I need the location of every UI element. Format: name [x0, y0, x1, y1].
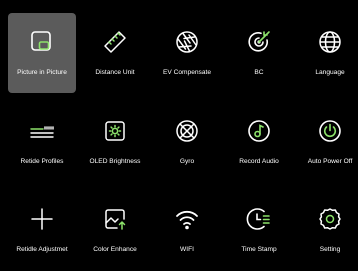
menu-item-label: Retidle Adjustmet	[16, 246, 68, 253]
reticle-profile-icon	[29, 118, 55, 144]
menu-item-record-audio[interactable]: Record Audio	[225, 102, 293, 182]
picture-in-picture-icon	[29, 29, 55, 55]
wifi-icon	[174, 206, 200, 232]
menu-item-label: Retide Profiles	[20, 158, 64, 165]
menu-item-language[interactable]: Language	[296, 13, 362, 93]
menu-item-auto-power-off[interactable]: Auto Power Off	[296, 102, 362, 182]
menu-item-retidle-adjustmet[interactable]: Retidle Adjustmet	[8, 190, 76, 270]
ruler-icon	[102, 29, 128, 55]
menu-item-retide-profiles[interactable]: Retide Profiles	[8, 102, 76, 182]
menu-item-picture-in-picture[interactable]: Picture in Picture	[8, 13, 76, 93]
menu-item-time-stamp[interactable]: Time Stamp	[225, 190, 293, 270]
menu-item-setting[interactable]: Setting	[296, 190, 362, 270]
settings-menu-grid: Picture in Picture Distance Unit EV Comp…	[0, 0, 362, 274]
crosshair-plus-icon	[29, 206, 55, 232]
menu-item-wifi[interactable]: WIFI	[153, 190, 221, 270]
time-stamp-icon	[246, 206, 272, 232]
menu-item-oled-brightness[interactable]: OLED Brightness	[81, 102, 149, 182]
menu-item-label: Language	[315, 69, 345, 76]
brightness-icon	[102, 118, 128, 144]
menu-item-label: Auto Power Off	[307, 158, 353, 165]
gyro-icon	[174, 118, 200, 144]
menu-item-ev-compensate[interactable]: EV Compensate	[153, 13, 221, 93]
aperture-icon	[174, 29, 200, 55]
gear-icon	[317, 206, 343, 232]
menu-item-label: Setting	[319, 246, 341, 253]
menu-item-gyro[interactable]: Gyro	[153, 102, 221, 182]
globe-icon	[317, 29, 343, 55]
menu-item-label: Picture in Picture	[17, 69, 67, 76]
target-icon	[246, 29, 272, 55]
menu-item-distance-unit[interactable]: Distance Unit	[81, 13, 149, 93]
image-enhance-icon	[102, 206, 128, 232]
menu-item-color-enhance[interactable]: Color Enhance	[81, 190, 149, 270]
menu-item-bc[interactable]: BC	[225, 13, 293, 93]
power-off-icon	[317, 118, 343, 144]
record-audio-icon	[246, 118, 272, 144]
